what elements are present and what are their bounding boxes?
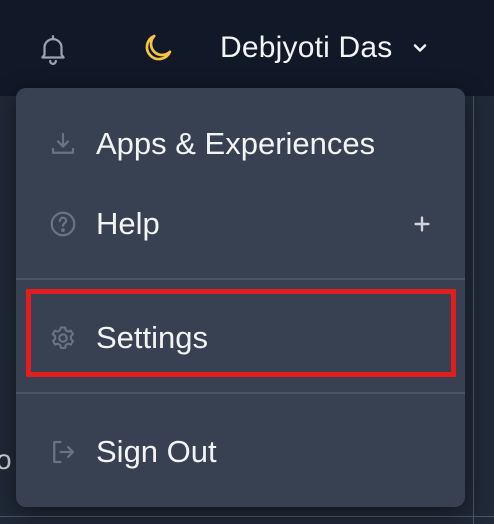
help-circle-icon xyxy=(48,209,78,239)
menu-item-apps-experiences[interactable]: Apps & Experiences xyxy=(16,112,465,176)
menu-item-label: Help xyxy=(96,206,160,241)
menu-item-sign-out[interactable]: Sign Out xyxy=(16,420,465,484)
download-icon xyxy=(48,129,78,159)
menu-item-label: Settings xyxy=(96,320,209,355)
background-divider xyxy=(473,96,474,524)
menu-item-label: Apps & Experiences xyxy=(96,126,376,161)
background-divider xyxy=(0,516,494,517)
menu-item-label: Sign Out xyxy=(96,434,217,469)
menu-divider xyxy=(16,392,465,394)
plus-icon[interactable] xyxy=(411,213,433,235)
user-dropdown-menu: Apps & Experiences Help Settings Sign Ou… xyxy=(16,88,465,507)
bell-icon[interactable] xyxy=(36,30,70,68)
background-text-fragment: o xyxy=(0,444,12,475)
menu-item-settings[interactable]: Settings xyxy=(16,306,465,370)
user-menu-toggle[interactable]: Debjyoti Das xyxy=(220,26,430,70)
gear-icon xyxy=(48,323,78,353)
chevron-down-icon xyxy=(410,38,430,58)
menu-divider xyxy=(16,278,465,280)
menu-item-help[interactable]: Help xyxy=(16,192,465,256)
user-name: Debjyoti Das xyxy=(220,31,393,64)
top-navbar: Debjyoti Das xyxy=(0,0,494,96)
moon-icon[interactable] xyxy=(140,30,176,66)
sign-out-icon xyxy=(48,437,78,467)
